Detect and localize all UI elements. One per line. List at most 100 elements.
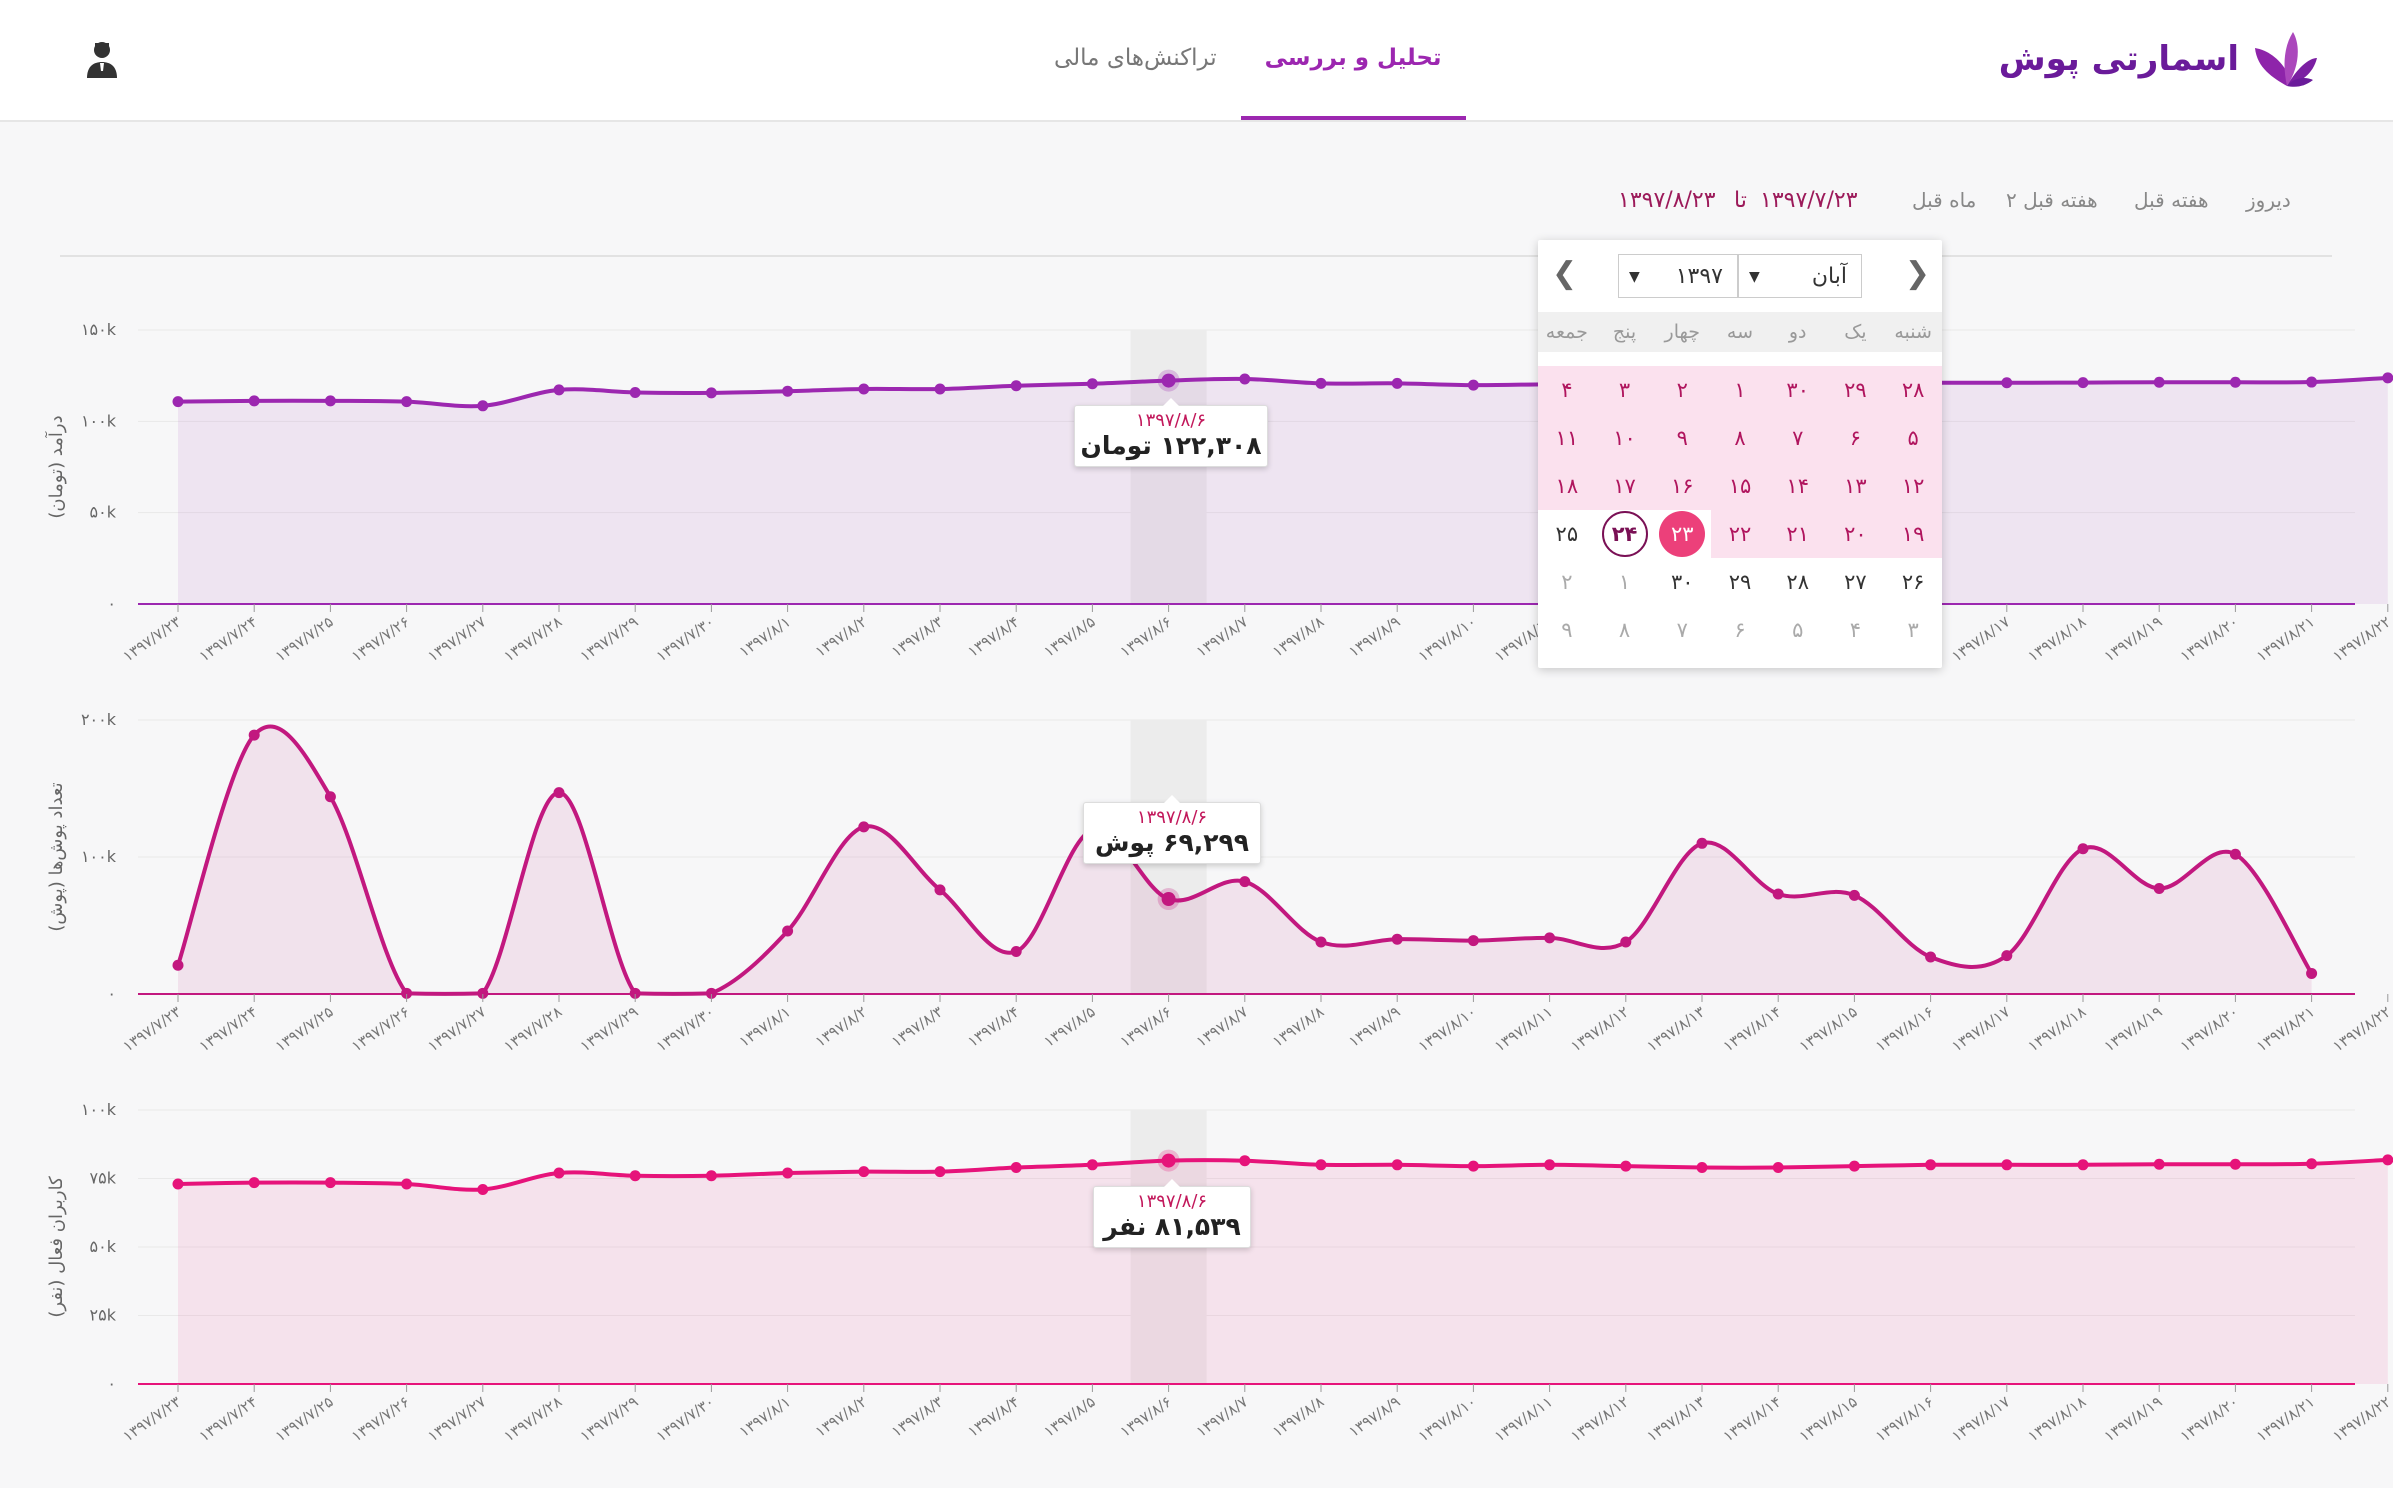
calendar-day[interactable]: ۱ (1596, 558, 1654, 606)
next-month-chevron-icon[interactable]: ❯ (1905, 256, 1930, 291)
calendar-days-grid: ۲۸ ۲۹ ۳۰ ۱ ۲ ۳ ۴ ۵ ۶ ۷ ۸ ۹ ۱۰ ۱۱ ۱۲ ۱۳ ۱۴ ۱۵ ۱۶ ۱۷ ۱۸ ۱۹ ۲۰ ۲۱ ۲… (1537, 366, 1942, 654)
data-point (1391, 1159, 1403, 1171)
calendar-day[interactable]: ۲۷ (1827, 558, 1885, 606)
weekday-label: پنج (1612, 321, 1637, 343)
data-point (553, 384, 565, 396)
calendar-day[interactable]: ۴ (1827, 606, 1885, 654)
calendar-day[interactable]: ۲۴ (1596, 510, 1654, 558)
x-tick-label: ۱۳۹۷/۸/۲ (812, 1393, 870, 1441)
calendar-day[interactable]: ۷ (1653, 606, 1711, 654)
y-tick-label: ۱۰۰k (81, 411, 117, 430)
calendar-day[interactable]: ۶ (1826, 414, 1885, 462)
data-point (1696, 837, 1708, 849)
x-tick-label: ۱۳۹۷/۸/۸ (1269, 1393, 1327, 1441)
calendar-day[interactable]: ۷ (1768, 414, 1827, 462)
data-point (2306, 1158, 2318, 1170)
data-point (1161, 373, 1176, 388)
y-tick-label: ۵۰k (90, 1237, 117, 1256)
data-point (1086, 1159, 1098, 1171)
calendar-day[interactable]: ۱۹ (1884, 510, 1942, 558)
date-picker-calendar: ❯ ❮ آبان ▼ ۱۳۹۷ ▼ شنبه یک دو سه چهار پنج ج… (1537, 240, 1942, 668)
prev-month-chevron-icon[interactable]: ❮ (1552, 256, 1577, 291)
calendar-day[interactable]: ۳ (1884, 606, 1942, 654)
data-point (248, 395, 260, 407)
calendar-day[interactable]: ۱۵ (1711, 462, 1769, 510)
calendar-day[interactable]: ۵ (1769, 606, 1827, 654)
calendar-day[interactable]: ۱۴ (1768, 462, 1827, 510)
data-point (1467, 379, 1479, 391)
calendar-day[interactable]: ۱ (1711, 366, 1769, 414)
month-select[interactable]: آبان ▼ (1738, 254, 1862, 298)
calendar-day[interactable]: ۲۱ (1768, 510, 1827, 558)
calendar-day[interactable]: ۳ (1595, 366, 1654, 414)
calendar-day[interactable]: ۴ (1537, 366, 1596, 414)
year-select[interactable]: ۱۳۹۷ ▼ (1618, 254, 1738, 298)
calendar-day[interactable]: ۵ (1884, 414, 1942, 462)
calendar-week-row: ۳۴۵۶۷۸۹ (1538, 606, 1942, 654)
x-tick-label: ۱۳۹۷/۷/۲۳ (119, 613, 184, 666)
x-tick-label: ۱۳۹۷/۸/۱۲ (1567, 1003, 1632, 1056)
x-tick-label: ۱۳۹۷/۸/۱۹ (2101, 613, 2166, 666)
y-tick-label: ۱۰۰k (81, 1100, 117, 1119)
calendar-day[interactable]: ۲۸ (1769, 558, 1827, 606)
x-tick-label: ۱۳۹۷/۸/۲۱ (2253, 613, 2318, 666)
x-tick-label: ۱۳۹۷/۸/۱۶ (1872, 1393, 1937, 1446)
calendar-day[interactable]: ۲ (1538, 558, 1596, 606)
tooltip-value: ۸۱,۵۳۹ نفر (1103, 1212, 1241, 1241)
calendar-day[interactable]: ۱۲ (1884, 462, 1942, 510)
x-tick-label: ۱۳۹۷/۸/۱۷ (1948, 613, 2013, 666)
data-point (2382, 1154, 2393, 1166)
calendar-day[interactable]: ۹ (1538, 606, 1596, 654)
calendar-day[interactable]: ۱۸ (1537, 462, 1596, 510)
x-tick-label: ۱۳۹۷/۸/۷ (1193, 1393, 1251, 1441)
calendar-day[interactable]: ۲۹ (1711, 558, 1769, 606)
calendar-day[interactable]: ۱۳ (1826, 462, 1885, 510)
calendar-day[interactable]: ۲ (1653, 366, 1712, 414)
x-tick-label: ۱۳۹۷/۸/۵ (1040, 1003, 1098, 1051)
x-tick-label: ۱۳۹۷/۸/۱ (736, 613, 794, 661)
calendar-day[interactable]: ۲۲ (1711, 510, 1769, 558)
calendar-day[interactable]: ۱۱ (1537, 414, 1596, 462)
x-tick-label: ۱۳۹۷/۷/۳۰ (653, 1393, 718, 1446)
x-tick-label: ۱۳۹۷/۸/۷ (1193, 1003, 1251, 1051)
x-tick-label: ۱۳۹۷/۸/۶ (1117, 1003, 1175, 1051)
calendar-day[interactable]: ۲۹ (1826, 366, 1885, 414)
x-tick-label: ۱۳۹۷/۸/۱ (736, 1003, 794, 1051)
calendar-day[interactable]: ۲۶ (1884, 558, 1942, 606)
weekday-header: شنبه یک دو سه چهار پنج جمعه (1538, 312, 1942, 352)
x-tick-label: ۱۳۹۷/۸/۴ (964, 613, 1022, 661)
calendar-day[interactable]: ۸ (1711, 414, 1769, 462)
x-tick-label: ۱۳۹۷/۸/۱۳ (1643, 1393, 1708, 1446)
data-point (172, 959, 184, 971)
data-point (782, 925, 794, 937)
x-tick-label: ۱۳۹۷/۷/۲۵ (272, 1003, 337, 1056)
calendar-day[interactable]: ۶ (1711, 606, 1769, 654)
x-tick-label: ۱۳۹۷/۷/۲۳ (119, 1393, 184, 1446)
calendar-day[interactable]: ۳۰ (1653, 558, 1711, 606)
calendar-day[interactable]: ۲۵ (1538, 510, 1596, 558)
x-tick-label: ۱۳۹۷/۷/۲۷ (424, 1003, 489, 1056)
calendar-day[interactable]: ۱۰ (1595, 414, 1654, 462)
calendar-day[interactable]: ۲۸ (1884, 366, 1942, 414)
data-point (2306, 967, 2318, 979)
calendar-day[interactable]: ۹ (1653, 414, 1712, 462)
calendar-day[interactable]: ۸ (1596, 606, 1654, 654)
x-tick-label: ۱۳۹۷/۸/۴ (964, 1393, 1022, 1441)
x-tick-label: ۱۳۹۷/۸/۱ (736, 1393, 794, 1441)
data-point (782, 1167, 794, 1179)
active-users-tooltip: ۱۳۹۷/۸/۶ ۸۱,۵۳۹ نفر (1093, 1179, 1251, 1248)
data-point (172, 1178, 184, 1190)
x-tick-label: ۱۳۹۷/۸/۹ (1345, 1003, 1403, 1051)
calendar-week-row: ۲۶ ۲۷ ۲۸ ۲۹ ۳۰ ۱ ۲ (1538, 558, 1942, 606)
calendar-day[interactable]: ۱۷ (1595, 462, 1654, 510)
data-point (2001, 377, 2013, 389)
calendar-day[interactable]: ۲۰ (1826, 510, 1885, 558)
calendar-day[interactable]: ۱۶ (1653, 462, 1712, 510)
data-point (858, 821, 870, 833)
data-point (477, 400, 489, 412)
x-tick-label: ۱۳۹۷/۸/۲۰ (2177, 1003, 2242, 1056)
x-tick-label: ۱۳۹۷/۷/۲۶ (348, 613, 413, 666)
calendar-day[interactable]: ۳۰ (1768, 366, 1827, 414)
calendar-day[interactable]: ۲۳ (1653, 510, 1711, 558)
data-point (2229, 376, 2241, 388)
